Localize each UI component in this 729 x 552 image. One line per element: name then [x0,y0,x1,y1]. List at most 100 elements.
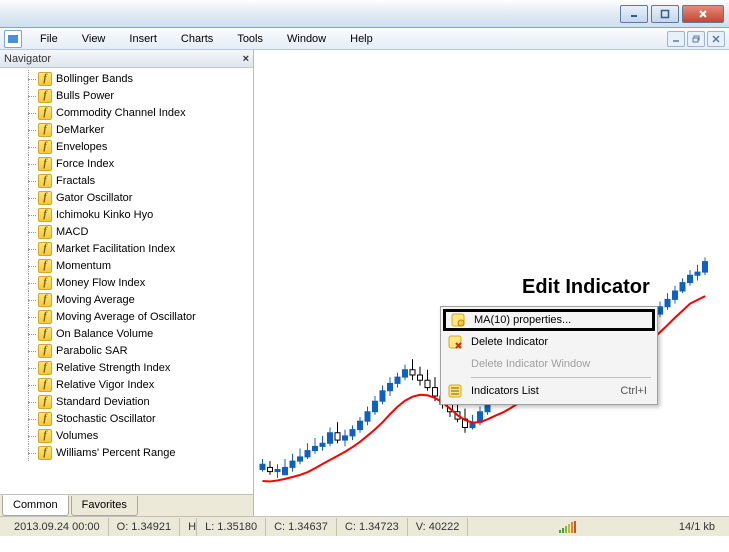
function-icon: f [38,174,52,188]
function-icon: f [38,140,52,154]
menu-view[interactable]: View [70,31,118,47]
status-high: H [180,518,197,536]
function-icon: f [38,293,52,307]
status-volume: V: 40222 [408,518,469,536]
menu-window[interactable]: Window [275,31,338,47]
indicator-item[interactable]: fMoving Average [0,291,253,308]
tab-common[interactable]: Common [2,495,69,516]
function-icon: f [38,123,52,137]
function-icon: f [38,157,52,171]
tab-favorites[interactable]: Favorites [71,496,138,516]
menu-bar: File View Insert Charts Tools Window Hel… [0,28,729,50]
indicator-item[interactable]: fRelative Vigor Index [0,376,253,393]
indicator-label: Volumes [56,430,98,442]
indicator-item[interactable]: fCommodity Channel Index [0,104,253,121]
ctx-delete-window-label: Delete Indicator Window [471,358,590,370]
ctx-shortcut: Ctrl+I [620,385,647,397]
indicator-item[interactable]: fWilliams' Percent Range [0,444,253,461]
status-low: L: 1.35180 [197,518,266,536]
mdi-restore-button[interactable] [687,31,705,47]
indicator-label: Force Index [56,158,114,170]
indicator-item[interactable]: f Ichimoku Kinko Hyo [0,206,253,223]
ctx-list-label: Indicators List [471,385,539,397]
indicator-item[interactable]: f Money Flow Index [0,274,253,291]
indicator-label: Williams' Percent Range [56,447,175,459]
navigator-header: Navigator × [0,50,253,68]
app-icon [4,30,22,48]
ctx-delete-window: Delete Indicator Window [443,353,655,375]
indicator-item[interactable]: fGator Oscillator [0,189,253,206]
mdi-minimize-button[interactable] [667,31,685,47]
indicator-label: Relative Strength Index [56,362,170,374]
ctx-delete-label: Delete Indicator [471,336,548,348]
indicator-item[interactable]: fMACD [0,223,253,240]
status-close1: C: 1.34637 [266,518,337,536]
ctx-delete-indicator[interactable]: Delete Indicator [443,331,655,353]
function-icon: f [38,395,52,409]
indicator-label: Standard Deviation [56,396,150,408]
navigator-close-button[interactable]: × [243,53,249,65]
indicator-item[interactable]: f DeMarker [0,121,253,138]
indicator-item[interactable]: fStochastic Oscillator [0,410,253,427]
navigator-tabs: Common Favorites [0,494,253,516]
indicator-item[interactable]: f Envelopes [0,138,253,155]
status-kb: 14/1 kb [671,518,723,536]
function-icon: f [38,412,52,426]
indicator-item[interactable]: fBollinger Bands [0,70,253,87]
menu-help[interactable]: Help [338,31,385,47]
function-icon: f [38,310,52,324]
window-maximize-button[interactable] [651,5,679,23]
mdi-controls [667,31,725,47]
indicator-item[interactable]: f Standard Deviation [0,393,253,410]
menu-tools[interactable]: Tools [225,31,275,47]
indicator-label: Envelopes [56,141,107,153]
ctx-separator [471,377,651,378]
properties-icon [448,310,468,330]
candlestick-chart [254,50,729,500]
indicator-item[interactable]: fMarket Facilitation Index [0,240,253,257]
indicator-item[interactable]: f On Balance Volume [0,325,253,342]
mdi-close-button[interactable] [707,31,725,47]
menu-insert[interactable]: Insert [117,31,169,47]
menu-charts[interactable]: Charts [169,31,225,47]
function-icon: f [38,344,52,358]
indicator-label: Commodity Channel Index [56,107,186,119]
status-open: O: 1.34921 [109,518,180,536]
function-icon: f [38,276,52,290]
ctx-properties[interactable]: MA(10) properties... [443,309,655,331]
delete-window-icon [445,354,465,374]
status-datetime: 2013.09.24 00:00 [6,518,109,536]
function-icon: f [38,259,52,273]
indicator-item[interactable]: f Force Index [0,155,253,172]
indicator-label: Ichimoku Kinko Hyo [56,209,153,221]
indicator-item[interactable]: fParabolic SAR [0,342,253,359]
chart-area[interactable]: Edit Indicator MA(10) properties... Dele… [254,50,729,516]
indicator-item[interactable]: f Volumes [0,427,253,444]
navigator-tree[interactable]: fBollinger BandsfBulls PowerfCommodity C… [0,68,253,494]
function-icon: f [38,208,52,222]
indicator-label: On Balance Volume [56,328,153,340]
function-icon: f [38,191,52,205]
navigator-title: Navigator [4,53,51,65]
indicator-label: Money Flow Index [56,277,145,289]
window-close-button[interactable] [682,5,724,23]
indicator-item[interactable]: f Bulls Power [0,87,253,104]
function-icon: f [38,89,52,103]
indicator-item[interactable]: fMoving Average of Oscillator [0,308,253,325]
function-icon: f [38,429,52,443]
function-icon: f [38,327,52,341]
indicator-item[interactable]: fMomentum [0,257,253,274]
function-icon: f [38,378,52,392]
indicator-label: DeMarker [56,124,104,136]
indicator-label: Bulls Power [56,90,114,102]
ctx-indicators-list[interactable]: Indicators List Ctrl+I [443,380,655,402]
function-icon: f [38,72,52,86]
ctx-properties-label: MA(10) properties... [474,314,571,326]
connection-bars-icon [559,521,576,533]
menu-file[interactable]: File [28,31,70,47]
indicator-item[interactable]: fFractals [0,172,253,189]
window-minimize-button[interactable] [620,5,648,23]
workspace: Navigator × fBollinger BandsfBulls Power… [0,50,729,516]
indicator-item[interactable]: f Relative Strength Index [0,359,253,376]
function-icon: f [38,361,52,375]
